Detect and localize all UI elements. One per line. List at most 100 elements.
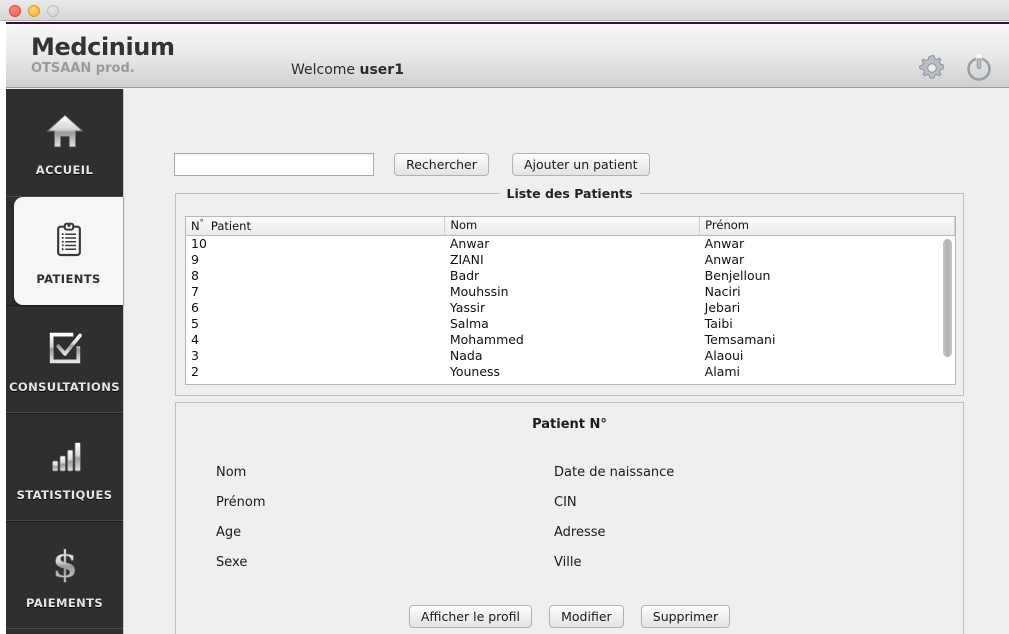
patient-nom-cell: Nada xyxy=(449,347,483,363)
table-row[interactable]: 2 Youness Alami xyxy=(186,363,955,380)
detail-label-nom: Nom xyxy=(216,465,247,480)
application-window: Medcinium OTSAAN prod. Welcome user1 ACC… xyxy=(0,0,1009,634)
table-row[interactable]: 10 Anwar Anwar xyxy=(186,235,955,252)
sidebar-item-consultations[interactable]: CONSULTATIONS xyxy=(6,305,123,413)
home-icon xyxy=(44,108,86,154)
column-header-num[interactable]: N° Patient xyxy=(186,217,446,236)
detail-label-age: Age xyxy=(216,525,242,540)
degree-glyph: ° xyxy=(199,218,204,227)
patients-table-header: N° Patient Nom Prénom xyxy=(186,217,955,236)
patient-detail-title: Patient N° xyxy=(532,417,607,432)
patient-num-cell: 7 xyxy=(191,283,199,299)
check-box-icon xyxy=(45,325,85,371)
detail-label-ville: Ville xyxy=(554,555,582,570)
dollar-icon: $ xyxy=(44,541,86,587)
patient-nom-cell: Mouhssin xyxy=(449,283,509,299)
table-row[interactable]: 8 Badr Benjelloun xyxy=(186,267,955,284)
sidebar-item-label: STATISTIQUES xyxy=(16,487,113,502)
app-header: Medcinium OTSAAN prod. Welcome user1 xyxy=(6,24,1009,88)
patients-list-group: Liste des Patients N° Patient Nom Prénom xyxy=(175,186,964,396)
sidebar-item-statistiques[interactable]: STATISTIQUES xyxy=(6,413,123,521)
patient-prenom-cell: Temsamani xyxy=(704,331,776,347)
column-header-nom[interactable]: Nom xyxy=(444,217,701,236)
clipboard-icon xyxy=(49,217,89,263)
gear-icon[interactable] xyxy=(916,52,948,84)
patients-table: N° Patient Nom Prénom 10 Anwar Anwar 9 ZIANI… xyxy=(186,217,955,380)
current-username: user1 xyxy=(359,62,404,78)
column-header-prenom[interactable]: Prénom xyxy=(699,217,955,236)
patients-list-legend: Liste des Patients xyxy=(499,186,640,201)
patient-nom-cell: Badr xyxy=(449,267,480,283)
table-row[interactable]: 5 Salma Taibi xyxy=(186,315,955,332)
patient-prenom-cell: Alaoui xyxy=(704,347,744,363)
sidebar-item-label: PATIENTS xyxy=(36,271,101,286)
table-header-row: N° Patient Nom Prénom xyxy=(186,217,955,236)
welcome-message: Welcome user1 xyxy=(291,62,404,78)
search-input[interactable] xyxy=(174,153,374,176)
edit-patient-button[interactable]: Modifier xyxy=(549,605,624,628)
os-titlebar xyxy=(0,0,1009,21)
patient-num-cell: 3 xyxy=(191,347,199,363)
patient-detail-panel: Patient N° Nom Prénom Age Sexe Date de n… xyxy=(175,402,964,634)
window-zoom-button xyxy=(47,5,59,17)
detail-label-sexe: Sexe xyxy=(216,555,248,570)
brand-block: Medcinium OTSAAN prod. xyxy=(31,34,175,76)
table-row[interactable]: 9 ZIANI Anwar xyxy=(186,251,955,268)
patient-num-cell: 9 xyxy=(191,251,199,267)
sidebar-item-paiements[interactable]: $ PAIEMENTS xyxy=(6,521,123,629)
patient-num-cell: 4 xyxy=(191,331,199,347)
sidebar-item-label: ACCUEIL xyxy=(35,163,94,177)
patient-prenom-cell: Anwar xyxy=(704,235,745,251)
patient-prenom-cell: Naciri xyxy=(704,283,741,299)
patient-prenom-cell: Jebari xyxy=(704,299,741,315)
patients-table-wrapper: N° Patient Nom Prénom 10 Anwar Anwar 9 ZIANI… xyxy=(185,216,956,385)
patient-nom-cell: Yassir xyxy=(449,299,486,315)
delete-patient-button[interactable]: Supprimer xyxy=(640,605,731,628)
patient-nom-cell: Salma xyxy=(449,315,489,331)
patients-table-body: 10 Anwar Anwar 9 ZIANI Anwar 8 Badr Benjelloun 7 M… xyxy=(186,235,955,380)
patient-num-cell: 8 xyxy=(191,267,199,283)
svg-text:$: $ xyxy=(52,543,78,585)
patients-table-scrollbar[interactable] xyxy=(942,235,953,383)
patients-toolbar: Rechercher Ajouter un patient xyxy=(174,153,650,176)
table-row[interactable]: 3 Nada Alaoui xyxy=(186,347,955,364)
add-patient-button[interactable]: Ajouter un patient xyxy=(511,153,650,176)
patient-prenom-cell: Benjelloun xyxy=(704,267,771,283)
sidebar-item-label: CONSULTATIONS xyxy=(9,379,120,394)
welcome-prefix: Welcome xyxy=(291,62,356,78)
patient-prenom-cell: Taibi xyxy=(704,315,733,331)
window-minimize-button[interactable] xyxy=(28,5,40,17)
app-shell: Medcinium OTSAAN prod. Welcome user1 ACC… xyxy=(6,22,1009,634)
patient-num-cell: 10 xyxy=(191,235,207,251)
bar-chart-icon xyxy=(45,433,85,479)
app-title: Medcinium xyxy=(31,33,175,61)
sidebar-item-patients[interactable]: PATIENTS xyxy=(14,197,123,305)
patient-prenom-cell: Alami xyxy=(704,363,741,379)
table-row[interactable]: 4 Mohammed Temsamani xyxy=(186,331,955,348)
window-close-button[interactable] xyxy=(9,5,21,17)
patient-detail-actions: Afficher le profil Modifier Supprimer xyxy=(176,605,963,628)
table-row[interactable]: 6 Yassir Jebari xyxy=(186,299,955,316)
sidebar-item-accueil[interactable]: ACCUEIL xyxy=(6,89,123,197)
table-row[interactable]: 7 Mouhssin Naciri xyxy=(186,283,955,300)
patient-prenom-cell: Anwar xyxy=(704,251,745,267)
detail-label-cin: CIN xyxy=(554,495,577,510)
app-subtitle: OTSAAN prod. xyxy=(31,61,135,76)
scrollbar-thumb[interactable] xyxy=(943,239,952,357)
detail-label-date-naissance: Date de naissance xyxy=(554,465,675,480)
patient-num-cell: 2 xyxy=(191,363,199,379)
sidebar-item-label: PAIEMENTS xyxy=(25,595,104,610)
patient-nom-cell: ZIANI xyxy=(449,251,484,267)
patient-num-cell: 5 xyxy=(191,315,199,331)
patient-nom-cell: Anwar xyxy=(449,235,490,251)
header-icon-group xyxy=(906,52,995,84)
power-icon[interactable] xyxy=(963,52,995,84)
show-profile-button[interactable]: Afficher le profil xyxy=(408,605,533,628)
patient-nom-cell: Youness xyxy=(449,363,501,379)
search-button[interactable]: Rechercher xyxy=(394,153,489,176)
patient-nom-cell: Mohammed xyxy=(449,331,524,347)
detail-label-adresse: Adresse xyxy=(554,525,606,540)
main-sidebar: ACCUEIL PATIENTS CONSULTATIONS STATISTIQ… xyxy=(6,89,124,634)
main-content: Rechercher Ajouter un patient Liste des … xyxy=(125,89,1009,634)
detail-label-prenom: Prénom xyxy=(216,495,266,510)
